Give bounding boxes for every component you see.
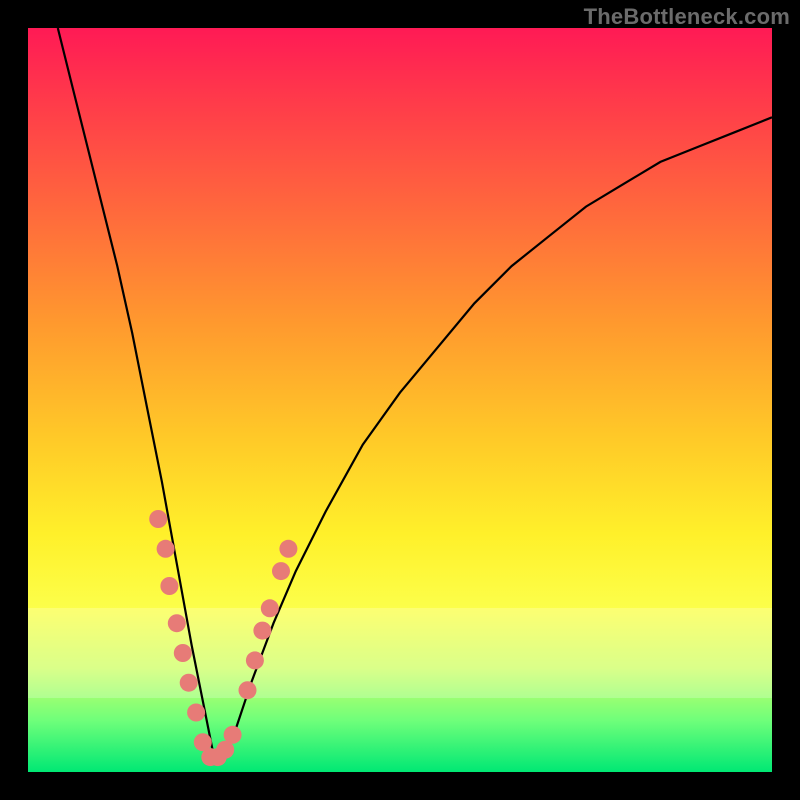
plot-area [28, 28, 772, 772]
chart-svg [28, 28, 772, 772]
bottleneck-curve [58, 28, 772, 757]
marker-dot [149, 510, 167, 528]
marker-dot [160, 577, 178, 595]
marker-dot [187, 704, 205, 722]
marker-dots [149, 510, 297, 766]
marker-dot [272, 562, 290, 580]
marker-dot [261, 599, 279, 617]
marker-dot [180, 674, 198, 692]
marker-dot [174, 644, 192, 662]
marker-dot [157, 540, 175, 558]
marker-dot [239, 681, 257, 699]
marker-dot [246, 651, 264, 669]
marker-dot [279, 540, 297, 558]
marker-dot [168, 614, 186, 632]
outer-frame: TheBottleneck.com [0, 0, 800, 800]
attribution-label: TheBottleneck.com [584, 4, 790, 30]
marker-dot [253, 622, 271, 640]
marker-dot [224, 726, 242, 744]
